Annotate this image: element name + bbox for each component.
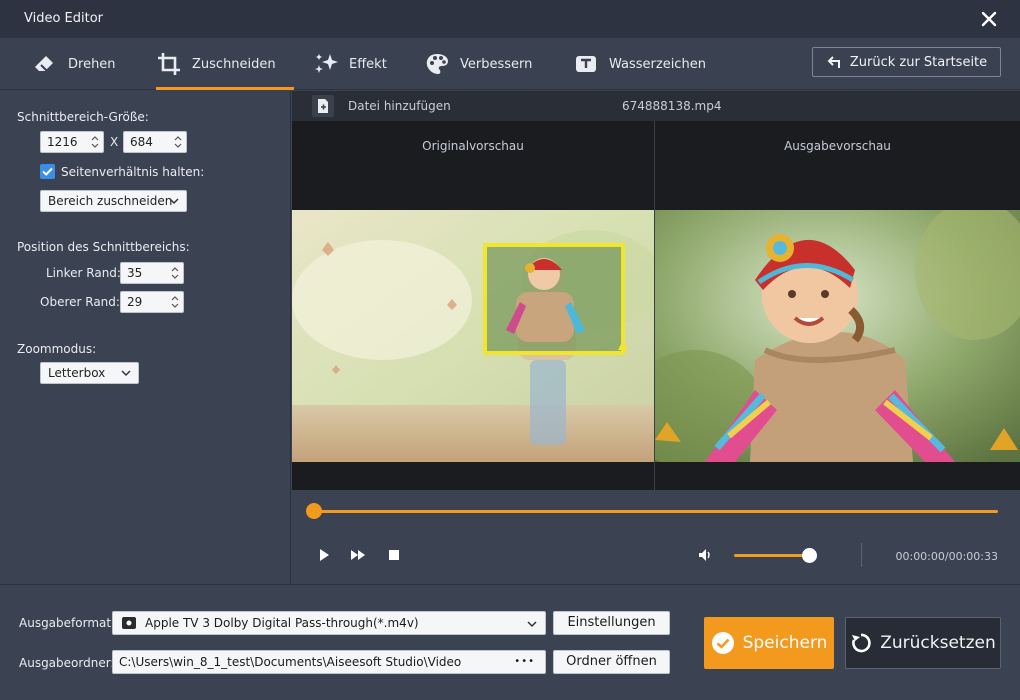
tab-verbessern[interactable]: Verbessern [424, 38, 532, 90]
watermark-icon [576, 56, 596, 72]
return-arrow-icon [827, 56, 840, 68]
original-preview-title: Originalvorschau [422, 139, 524, 153]
fast-forward-icon[interactable] [350, 547, 366, 563]
output-panel: Ausgabeformat: Apple TV 3 Dolby Digital … [0, 584, 1020, 700]
settings-button[interactable]: Einstellungen [553, 611, 670, 635]
zoom-mode-value: Letterbox [48, 366, 106, 380]
tab-bar: Drehen Zuschneiden Effekt Verbessern Was… [0, 38, 1020, 90]
back-button-label: Zurück zur Startseite [849, 54, 988, 70]
crop-settings-panel: Schnittbereich-Größe: 1216 X 684 Seitenv… [0, 91, 291, 584]
crop-height-input[interactable]: 684 [123, 131, 187, 153]
zoom-mode-select[interactable]: Letterbox [40, 362, 139, 384]
time-display: 00:00:00/00:00:33 [895, 550, 998, 563]
crop-width-input[interactable]: 1216 [40, 131, 104, 153]
title-bar: Video Editor [0, 0, 1020, 38]
check-circle-icon [711, 632, 734, 654]
crop-mode-select[interactable]: Bereich zuschneiden [40, 190, 187, 212]
zoom-mode-label: Zoommodus: [17, 342, 97, 356]
file-bar: Datei hinzufügen 674888138.mp4 [292, 91, 1020, 121]
reset-icon [852, 633, 871, 653]
crop-width-value: 1216 [47, 135, 78, 149]
output-preview-title: Ausgabevorschau [784, 139, 891, 153]
add-file-label[interactable]: Datei hinzufügen [348, 99, 451, 113]
progress-thumb[interactable] [306, 503, 322, 519]
palette-icon [426, 54, 448, 74]
back-to-start-button[interactable]: Zurück zur Startseite [812, 47, 1001, 77]
crop-height-value: 684 [130, 135, 153, 149]
tab-label: Verbessern [460, 56, 533, 72]
tab-label: Effekt [349, 56, 387, 72]
output-format-select[interactable]: Apple TV 3 Dolby Digital Pass-through(*.… [112, 611, 546, 635]
output-folder-label: Ausgabeordner: [19, 656, 115, 670]
crop-position-label: Position des Schnittbereichs: [17, 240, 190, 254]
tab-wasserzeichen[interactable]: Wasserzeichen [573, 38, 706, 90]
top-margin-input[interactable]: 29 [120, 291, 184, 313]
chevron-down-icon [527, 621, 537, 628]
output-format-value: Apple TV 3 Dolby Digital Pass-through(*.… [145, 616, 419, 630]
save-button[interactable]: Speichern [704, 617, 834, 669]
spinner-arrows-icon[interactable] [174, 135, 182, 149]
top-margin-label: Oberer Rand: [40, 295, 120, 309]
play-icon[interactable] [316, 547, 332, 563]
checkmark-icon [42, 167, 53, 176]
crop-size-label: Schnittbereich-Größe: [17, 110, 149, 124]
tab-effekt[interactable]: Effekt [313, 38, 387, 90]
open-folder-button[interactable]: Ordner öffnen [553, 650, 670, 674]
left-margin-value: 35 [127, 266, 143, 280]
file-name: 674888138.mp4 [622, 99, 722, 113]
close-icon[interactable] [980, 10, 998, 28]
add-file-icon [318, 99, 328, 113]
eraser-icon [35, 56, 53, 72]
spinner-arrows-icon[interactable] [171, 266, 179, 280]
reset-button[interactable]: Zurücksetzen [845, 617, 1001, 669]
sparkle-icon [315, 54, 338, 73]
controls-separator [861, 543, 862, 567]
left-margin-label: Linker Rand: [46, 266, 121, 280]
tab-label: Wasserzeichen [609, 56, 706, 72]
tab-drehen[interactable]: Drehen [32, 38, 116, 90]
tab-zuschneiden[interactable]: Zuschneiden [156, 38, 294, 90]
keep-ratio-label: Seitenverhältnis halten: [61, 165, 205, 179]
volume-thumb[interactable] [802, 548, 817, 563]
window-title: Video Editor [24, 11, 104, 26]
preview-area: Datei hinzufügen 674888138.mp4 Originalv… [292, 91, 1020, 584]
keep-ratio-checkbox[interactable] [40, 164, 55, 179]
output-folder-value: C:\Users\win_8_1_test\Documents\Aiseesof… [119, 655, 462, 669]
spinner-arrows-icon[interactable] [91, 135, 99, 149]
output-folder-field[interactable]: C:\Users\win_8_1_test\Documents\Aiseesof… [112, 650, 546, 674]
crop-icon [158, 53, 180, 75]
save-button-label: Speichern [742, 633, 828, 653]
chevron-down-icon [121, 370, 131, 377]
output-preview-pane: Ausgabevorschau [655, 121, 1020, 490]
tab-label: Zuschneiden [192, 56, 276, 72]
size-separator: X [110, 135, 119, 149]
original-preview-pane: Originalvorschau [292, 121, 654, 490]
add-file-button[interactable] [312, 95, 334, 117]
browse-folder-button[interactable]: ••• [514, 651, 535, 673]
top-margin-value: 29 [127, 295, 143, 309]
crop-mode-value: Bereich zuschneiden [48, 194, 173, 208]
chevron-down-icon [169, 198, 179, 205]
tab-label: Drehen [68, 56, 116, 72]
apple-tv-icon [122, 617, 136, 629]
stop-icon[interactable] [386, 547, 402, 563]
volume-icon[interactable] [697, 547, 713, 563]
output-format-label: Ausgabeformat: [19, 616, 116, 630]
reset-button-label: Zurücksetzen [880, 633, 996, 653]
volume-track[interactable] [734, 554, 810, 557]
output-video-frame[interactable] [655, 210, 1020, 462]
spinner-arrows-icon[interactable] [171, 295, 179, 309]
player-controls: 00:00:00/00:00:33 [292, 490, 1020, 584]
original-video-frame[interactable] [292, 210, 654, 462]
progress-track[interactable] [312, 510, 998, 513]
left-margin-input[interactable]: 35 [120, 262, 184, 284]
